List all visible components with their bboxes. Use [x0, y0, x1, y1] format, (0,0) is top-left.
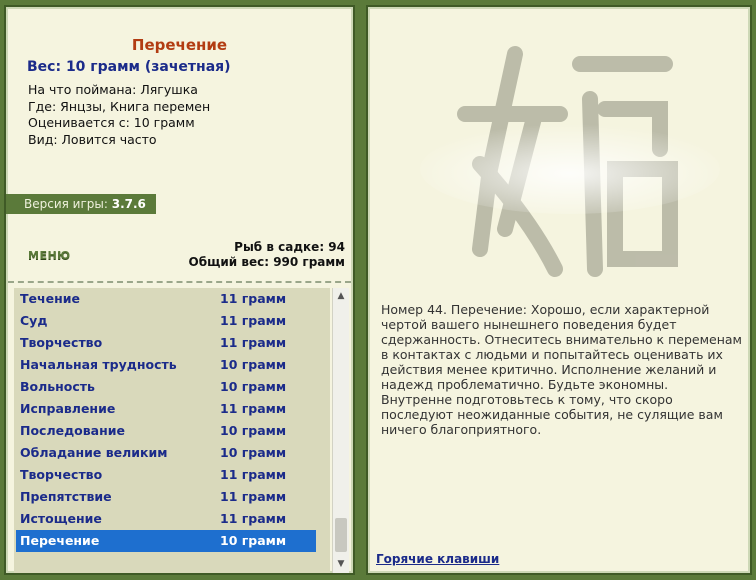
list-item-name: Начальная трудность [20, 357, 177, 372]
list-item-weight: 10 грамм [220, 533, 287, 548]
list-item-name: Течение [20, 291, 80, 306]
right-panel: Номер 44. Перечение: Хорошо, если характ… [366, 5, 752, 575]
list-item-weight: 10 грамм [220, 379, 287, 394]
list-item-weight: 11 грамм [220, 489, 287, 504]
list-item[interactable]: Препятствие 11 грамм [16, 486, 316, 508]
list-item[interactable]: Перечение 10 грамм [16, 530, 316, 552]
total-weight: Общий вес: 990 грамм [188, 255, 345, 269]
list-item[interactable]: Начальная трудность 10 грамм [16, 354, 316, 376]
left-panel: Перечение Вес: 10 грамм (зачетная) На чт… [4, 5, 355, 575]
list-item[interactable]: Творчество 11 грамм [16, 464, 316, 486]
list-item-weight: 11 грамм [220, 291, 287, 306]
version-label: Версия игры: [24, 197, 108, 211]
list-item[interactable]: Вольность 10 грамм [16, 376, 316, 398]
list-item[interactable]: Обладание великим 10 грамм [16, 442, 316, 464]
hotkeys-link[interactable]: Горячие клавиши [376, 552, 499, 566]
list-item-weight: 10 грамм [220, 423, 287, 438]
catch-stats: Рыб в садке: 94 Общий вес: 990 грамм [189, 240, 345, 270]
list-item[interactable]: Последование 10 грамм [16, 420, 316, 442]
list-item-name: Творчество [20, 467, 103, 482]
list-item-name: Вольность [20, 379, 95, 394]
list-item-weight: 10 грамм [220, 357, 287, 372]
list-item-name: Обладание великим [20, 445, 168, 460]
fish-list: Течение 11 грамм Суд 11 грамм Творчество 11 г… [14, 288, 330, 573]
list-item-name: Суд [20, 313, 48, 328]
fish-count: Рыб в садке: 94 [234, 240, 345, 254]
fish-info: На что поймана: Лягушка Где: Янцзы, Книг… [28, 82, 210, 148]
version-badge: Версия игры: 3.7.6 [6, 194, 156, 214]
list-item[interactable]: Исправление 11 грамм [16, 398, 316, 420]
version-value: 3.7.6 [111, 197, 146, 211]
list-item-weight: 11 грамм [220, 511, 287, 526]
scrollbar-thumb[interactable] [335, 518, 347, 552]
fish-weight: Вес: 10 грамм (зачетная) [27, 59, 231, 75]
list-item-weight: 11 грамм [220, 467, 287, 482]
list-item-name: Перечение [20, 533, 100, 548]
list-item-weight: 10 грамм [220, 445, 287, 460]
hexagram-glyph-icon [420, 46, 720, 277]
oracle-text: Номер 44. Перечение: Хорошо, если характ… [381, 302, 742, 437]
list-item-weight: 11 грамм [220, 313, 287, 328]
list-item-name: Последование [20, 423, 125, 438]
scroll-down-icon[interactable]: ▼ [333, 556, 349, 573]
list-item-name: Исправление [20, 401, 116, 416]
list-item[interactable]: Творчество 11 грамм [16, 332, 316, 354]
list-item[interactable]: Истощение 11 грамм [16, 508, 316, 530]
menu-button[interactable]: МЕНЮ [28, 249, 71, 262]
fish-title: Перечение [131, 36, 228, 54]
list-item-weight: 11 грамм [220, 401, 287, 416]
list-item-name: Препятствие [20, 489, 112, 504]
scroll-up-icon[interactable]: ▲ [333, 288, 349, 305]
list-item[interactable]: Течение 11 грамм [16, 288, 316, 310]
kind-text: Вид: Ловится часто [28, 131, 157, 147]
list-item[interactable]: Суд 11 грамм [16, 310, 316, 332]
caught-on-text: На что поймана: Лягушка [28, 82, 198, 97]
list-item-name: Истощение [20, 511, 102, 526]
list-item-weight: 11 грамм [220, 335, 287, 350]
list-item-name: Творчество [20, 335, 103, 350]
list-scrollbar[interactable]: ▲ ▼ [332, 288, 349, 573]
divider [8, 281, 351, 283]
rated-from-text: Оценивается с: 10 грамм [28, 115, 195, 130]
location-text: Где: Янцзы, Книга перемен [28, 98, 211, 114]
